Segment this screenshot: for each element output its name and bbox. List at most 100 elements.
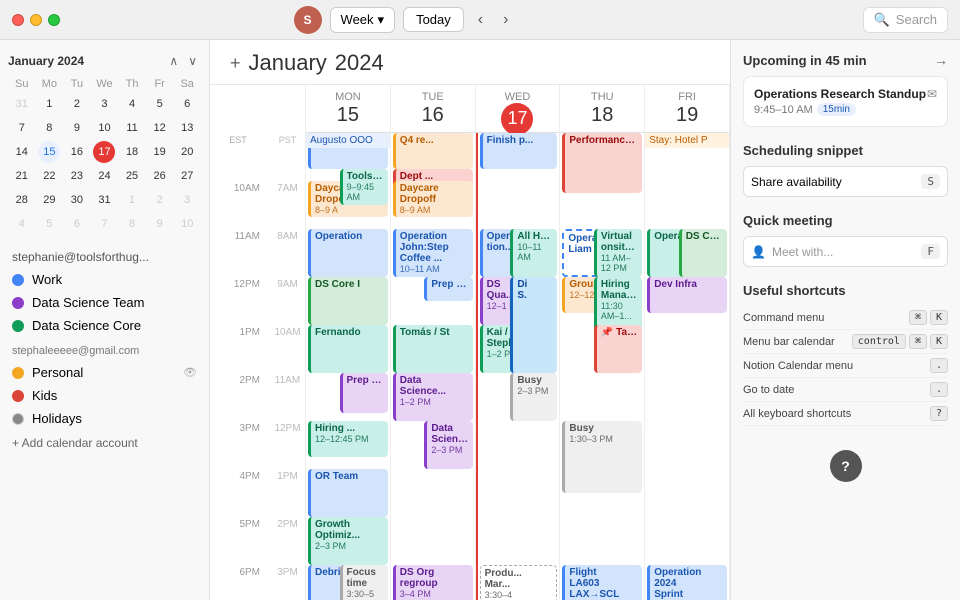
mini-cal-day[interactable]: 19 bbox=[149, 141, 171, 163]
mini-cal-day[interactable]: 16 bbox=[66, 141, 88, 163]
mini-cal-day[interactable]: 8 bbox=[121, 213, 143, 235]
mini-cal-day[interactable]: 12 bbox=[149, 117, 171, 139]
mini-cal-day[interactable]: 11 bbox=[121, 117, 143, 139]
event-hiring-mon[interactable]: Hiring ... 12–12:45 PM bbox=[308, 421, 388, 457]
mini-cal-day[interactable]: 25 bbox=[121, 165, 143, 187]
mini-cal-day[interactable]: 14 bbox=[11, 141, 33, 163]
upcoming-arrow[interactable]: → bbox=[934, 52, 948, 68]
mini-cal-day[interactable]: 26 bbox=[149, 165, 171, 187]
hide-icon[interactable]: 👁 bbox=[183, 366, 197, 379]
event-prep[interactable]: Prep for A bbox=[340, 373, 388, 413]
add-event-button[interactable]: + bbox=[230, 53, 241, 74]
mini-cal-day[interactable]: 27 bbox=[176, 165, 198, 187]
event-q4[interactable]: Q4 re... bbox=[393, 133, 473, 169]
day-number[interactable]: 19 bbox=[676, 103, 698, 127]
mini-cal-day[interactable]: 4 bbox=[121, 93, 143, 115]
today-button[interactable]: Today bbox=[403, 7, 464, 32]
help-button[interactable]: ? bbox=[830, 450, 862, 482]
event-busy-wed[interactable]: Busy 2–3 PM bbox=[510, 373, 557, 421]
event-tools[interactable]: Tools w... 9–9:45 AM bbox=[340, 169, 388, 205]
mini-cal-day[interactable]: 9 bbox=[66, 117, 88, 139]
week-selector[interactable]: Week ▾ bbox=[330, 7, 396, 33]
event-operation-mon[interactable]: Operation bbox=[308, 229, 388, 277]
mini-cal-day[interactable]: 1 bbox=[38, 93, 60, 115]
event-taskbo[interactable]: 📌 Taskbo bbox=[594, 325, 642, 373]
mini-cal-day[interactable]: 31 bbox=[93, 189, 115, 211]
mini-cal-day[interactable]: 17 bbox=[93, 141, 115, 163]
event-prep-tue[interactable]: Prep for A bbox=[424, 277, 472, 301]
mini-cal-day[interactable]: 29 bbox=[38, 189, 60, 211]
mini-cal-day[interactable]: 7 bbox=[11, 117, 33, 139]
event-dscore-fri[interactable]: DS Core S bbox=[679, 229, 727, 277]
mini-cal-day[interactable]: 8 bbox=[38, 117, 60, 139]
search-box[interactable]: 🔍 Search bbox=[863, 7, 948, 33]
event-flight[interactable]: Flight LA603 LAX→SCL 3 PM bbox=[562, 565, 642, 600]
event-prod[interactable]: Produ... Mar... 3:30–4 bbox=[480, 565, 558, 600]
day-number[interactable]: 17 bbox=[501, 103, 533, 135]
mini-cal-day[interactable]: 30 bbox=[66, 189, 88, 211]
mini-cal-day[interactable]: 10 bbox=[93, 117, 115, 139]
mini-cal-day[interactable]: 3 bbox=[93, 93, 115, 115]
mini-cal-day[interactable]: 10 bbox=[176, 213, 198, 235]
close-button[interactable] bbox=[12, 14, 24, 26]
mini-cal-day[interactable]: 23 bbox=[66, 165, 88, 187]
event-focus[interactable]: Focus time 3:30–5 PM bbox=[340, 565, 388, 600]
allday-augusto[interactable]: Augusto OOO bbox=[306, 133, 390, 148]
sidebar-calendar-item[interactable]: Work bbox=[0, 268, 209, 291]
sidebar-calendar-item[interactable]: Data Science Team bbox=[0, 291, 209, 314]
mini-cal-day[interactable]: 24 bbox=[93, 165, 115, 187]
next-button[interactable]: › bbox=[497, 9, 514, 31]
mini-cal-day[interactable]: 13 bbox=[176, 117, 198, 139]
mini-cal-day[interactable]: 5 bbox=[38, 213, 60, 235]
event-growth[interactable]: Growth Optimiz... 2–3 PM bbox=[308, 517, 388, 565]
mini-cal-day[interactable]: 20 bbox=[176, 141, 198, 163]
event-datasm[interactable]: Di S. bbox=[510, 277, 557, 373]
sidebar-calendar-item[interactable]: Holidays bbox=[0, 407, 209, 430]
day-number[interactable]: 16 bbox=[422, 103, 444, 127]
mini-cal-day[interactable]: 21 bbox=[11, 165, 33, 187]
event-allhands[interactable]: All Hands 10–11 AM bbox=[510, 229, 557, 277]
event-busy-thu[interactable]: Busy 1:30–3 PM bbox=[562, 421, 642, 493]
event-virtual[interactable]: Virtual onsite ... 11 AM–12 PM bbox=[594, 229, 642, 277]
sidebar-calendar-item[interactable]: Personal👁 bbox=[0, 361, 209, 384]
upcoming-card[interactable]: Operations Research Standup ✉ 9:45–10 AM… bbox=[743, 76, 948, 127]
mini-cal-day[interactable]: 31 bbox=[11, 93, 33, 115]
event-orteam[interactable]: OR Team bbox=[308, 469, 388, 517]
event-datasci-tue[interactable]: Data Science... 1–2 PM bbox=[393, 373, 473, 421]
mini-cal-day[interactable]: 9 bbox=[149, 213, 171, 235]
mini-next[interactable]: ∨ bbox=[184, 52, 201, 70]
mini-cal-day[interactable]: 6 bbox=[66, 213, 88, 235]
mini-prev[interactable]: ∧ bbox=[165, 52, 182, 70]
mini-cal-day[interactable]: 1 bbox=[121, 189, 143, 211]
event-johncoffee[interactable]: Operation John:Step Coffee ... 10–11 AM bbox=[393, 229, 473, 277]
mini-cal-day[interactable]: 4 bbox=[11, 213, 33, 235]
allday-hotel[interactable]: Stay: Hotel P bbox=[645, 133, 729, 148]
event-perfrev[interactable]: Performance review talks bbox=[562, 133, 642, 193]
share-availability-button[interactable]: Share availability S bbox=[743, 166, 948, 197]
mini-cal-day[interactable]: 2 bbox=[149, 189, 171, 211]
mini-cal-day[interactable]: 3 bbox=[176, 189, 198, 211]
mini-cal-day[interactable]: 15 bbox=[38, 141, 60, 163]
event-dsorg[interactable]: DS Org regroup 3–4 PM bbox=[393, 565, 473, 600]
add-calendar-button[interactable]: + Add calendar account bbox=[0, 430, 209, 456]
event-daycare-tue[interactable]: Daycare Dropoff 8–9 AM bbox=[393, 181, 473, 217]
mini-cal-day[interactable]: 2 bbox=[66, 93, 88, 115]
mini-cal-day[interactable]: 6 bbox=[176, 93, 198, 115]
mini-cal-day[interactable]: 28 bbox=[11, 189, 33, 211]
mini-cal-day[interactable]: 7 bbox=[93, 213, 115, 235]
event-devinfra[interactable]: Dev Infra bbox=[647, 277, 727, 313]
event-dscore-mon[interactable]: DS Core I bbox=[308, 277, 388, 325]
meet-with-button[interactable]: 👤 Meet with... F bbox=[743, 236, 948, 267]
maximize-button[interactable] bbox=[48, 14, 60, 26]
prev-button[interactable]: ‹ bbox=[472, 9, 489, 31]
mini-cal-day[interactable]: 18 bbox=[121, 141, 143, 163]
event-tomas[interactable]: Tomás / St bbox=[393, 325, 473, 373]
sidebar-calendar-item[interactable]: Data Science Core bbox=[0, 314, 209, 337]
mini-cal-day[interactable]: 22 bbox=[38, 165, 60, 187]
event-finish[interactable]: Finish p... bbox=[480, 133, 558, 169]
day-number[interactable]: 18 bbox=[591, 103, 613, 127]
sidebar-calendar-item[interactable]: Kids bbox=[0, 384, 209, 407]
event-sprint[interactable]: Operation 2024 Sprint Planning 3–5 PM bbox=[647, 565, 727, 600]
event-datasci2-tue[interactable]: Data Scienc... 2–3 PM bbox=[424, 421, 472, 469]
mini-cal-day[interactable]: 5 bbox=[149, 93, 171, 115]
